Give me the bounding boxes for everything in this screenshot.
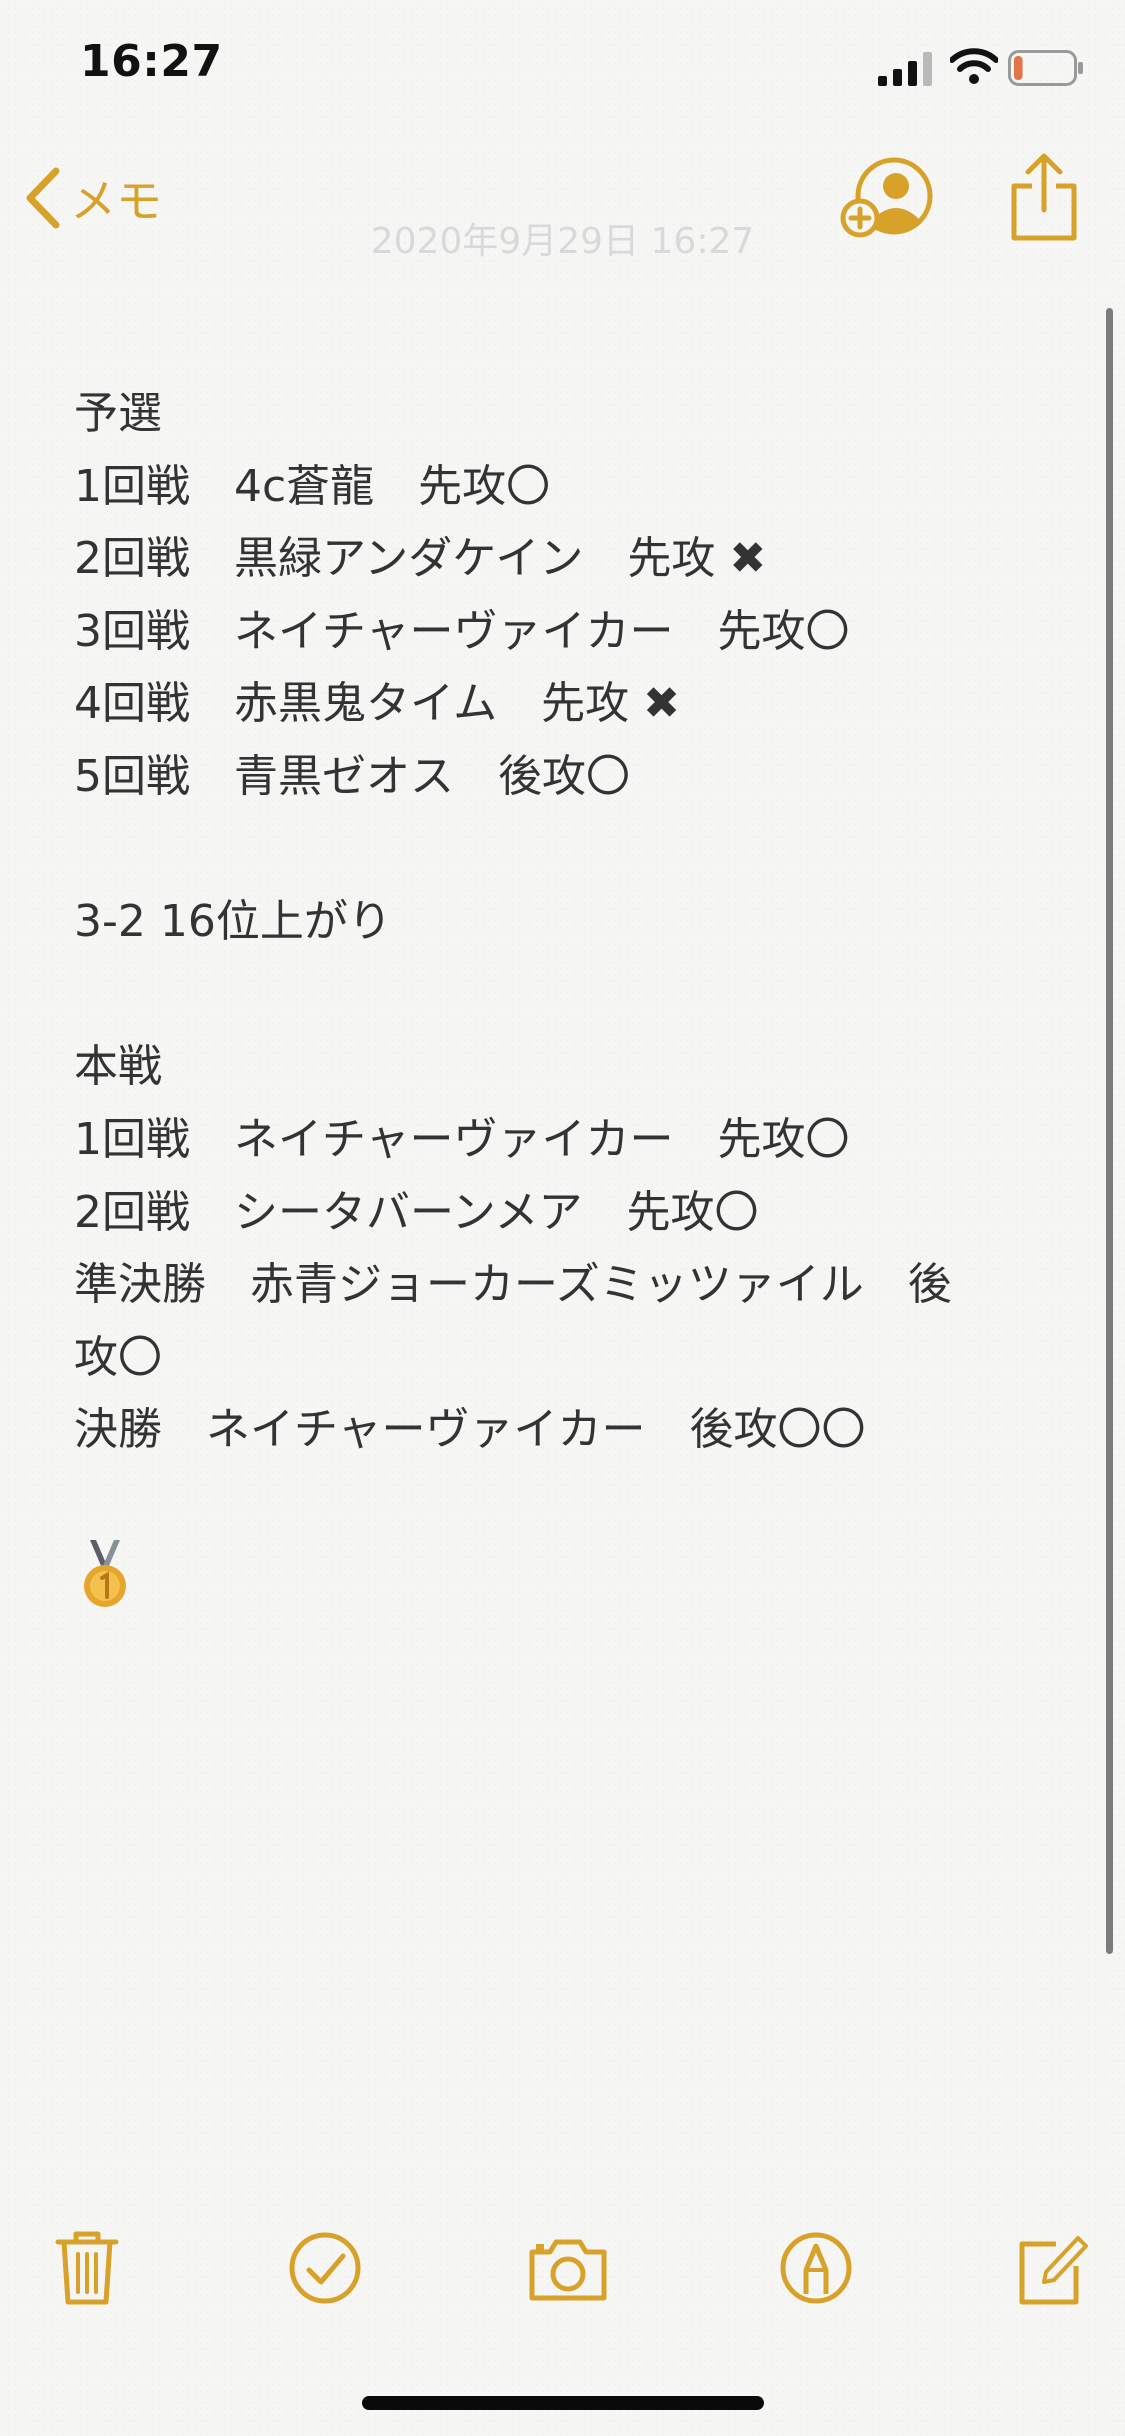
note-line bbox=[74, 959, 1034, 1032]
battery-icon bbox=[1008, 50, 1083, 86]
cellular-signal-icon bbox=[878, 52, 932, 86]
note-line: 1回戦 ネイチャーヴァイカー 先攻〇 bbox=[74, 1113, 850, 1165]
status-time: 16:27 bbox=[80, 36, 223, 87]
note-line: 2回戦 黒緑アンダケイン 先攻 ✖ bbox=[74, 533, 767, 585]
markup-icon[interactable] bbox=[778, 2228, 854, 2308]
trash-icon[interactable] bbox=[52, 2228, 122, 2308]
note-body[interactable]: 予選 1回戦 4c蒼龍 先攻〇 2回戦 黒緑アンダケイン 先攻 ✖ 3回戦 ネイチャー… bbox=[74, 378, 1034, 1467]
home-indicator[interactable] bbox=[362, 2396, 764, 2410]
scroll-indicator[interactable] bbox=[1106, 308, 1113, 1954]
note-line: 本戦 bbox=[74, 1041, 162, 1093]
note-line: 4回戦 赤黒鬼タイム 先攻 ✖ bbox=[74, 678, 680, 730]
first-place-medal-icon bbox=[84, 1540, 126, 1607]
note-line: 決勝 ネイチャーヴァイカー 後攻〇〇 bbox=[74, 1404, 866, 1456]
note-line bbox=[74, 814, 1034, 887]
note-line: 1回戦 4c蒼龍 先攻〇 bbox=[74, 460, 551, 512]
note-date: 2020年9月29日 16:27 bbox=[370, 221, 755, 262]
note-line: 準決勝 赤青ジョーカーズミッツァイル 後 bbox=[74, 1259, 952, 1311]
compose-icon[interactable] bbox=[1016, 2228, 1088, 2308]
wifi-icon bbox=[950, 48, 998, 84]
note-line: 3回戦 ネイチャーヴァイカー 先攻〇 bbox=[74, 605, 850, 657]
note-line: 攻〇 bbox=[74, 1331, 162, 1383]
checklist-icon[interactable] bbox=[287, 2228, 363, 2308]
note-line: 2回戦 シータバーンメア 先攻〇 bbox=[74, 1186, 759, 1238]
note-line: 5回戦 青黒ゼオス 後攻〇 bbox=[74, 750, 630, 802]
camera-icon[interactable] bbox=[526, 2228, 610, 2308]
note-line: 3-2 16位上がり bbox=[74, 896, 392, 948]
note-line: 予選 bbox=[74, 388, 162, 439]
